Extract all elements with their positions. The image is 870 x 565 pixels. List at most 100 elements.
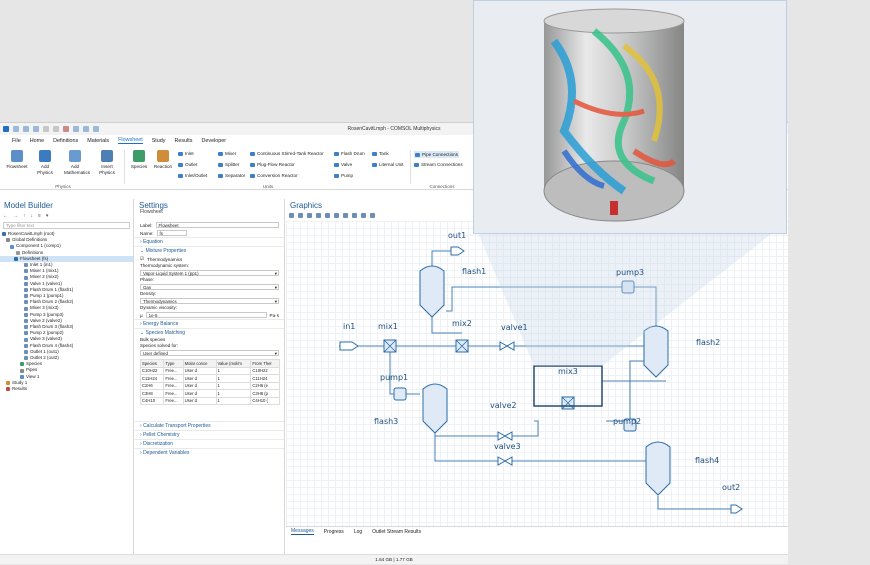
checkbox-icon[interactable]: ☑: [140, 256, 144, 262]
tab-developer[interactable]: Developer: [201, 138, 226, 144]
section-mixture-properties[interactable]: ⌄ Mixture Properties: [135, 246, 284, 255]
table-cell[interactable]: User d: [182, 374, 217, 383]
table-row[interactable]: C11H24 Free... User d 1 C11H24: [139, 374, 280, 383]
reaction-button[interactable]: Reaction: [152, 150, 174, 170]
zoom-in-icon[interactable]: [289, 213, 294, 218]
grid-icon[interactable]: [352, 213, 357, 218]
section-discretization[interactable]: › Discretization: [135, 439, 284, 448]
tree-filter-input[interactable]: Type filter text: [3, 222, 130, 229]
table-cell[interactable]: 1: [215, 381, 252, 390]
select-icon[interactable]: [325, 213, 330, 218]
label-field[interactable]: Flowsheet: [155, 222, 279, 228]
section-dependent-variables[interactable]: › Dependent Variables: [135, 448, 284, 457]
column-header[interactable]: Species: [139, 359, 165, 368]
pan-icon[interactable]: [316, 213, 321, 218]
table-cell[interactable]: C2H6 (e: [250, 381, 280, 390]
print-icon[interactable]: [370, 213, 375, 218]
section-pellet-chemistry[interactable]: › Pellet Chemistry: [135, 430, 284, 439]
thermodynamics-checkbox-row[interactable]: ☑ Thermodynamics: [135, 255, 284, 263]
tab-definitions[interactable]: Definitions: [53, 138, 78, 144]
back-arrow-icon[interactable]: ←: [3, 213, 8, 219]
table-cell[interactable]: C10H22: [250, 366, 280, 375]
tab-materials[interactable]: Materials: [87, 138, 109, 144]
inlet-button[interactable]: Inlet: [178, 151, 194, 156]
section-energy-balance[interactable]: › Energy Balance: [135, 319, 284, 328]
viscosity-field[interactable]: 1e-5: [145, 312, 267, 318]
density-select[interactable]: Thermodynamics: [140, 298, 279, 304]
table-cell[interactable]: User d: [182, 366, 217, 375]
zoom-extents-icon[interactable]: [307, 213, 312, 218]
stream-connections-button[interactable]: Stream Connections: [414, 162, 463, 167]
tab-home[interactable]: Home: [30, 138, 44, 144]
flowsheet-icon: [11, 150, 23, 162]
tab-outlet-stream-results[interactable]: Outlet Stream Results: [372, 529, 421, 535]
column-header[interactable]: Type: [163, 359, 184, 368]
rotate-icon[interactable]: [334, 213, 339, 218]
expand-icon[interactable]: ≡: [38, 213, 41, 219]
table-cell[interactable]: 1: [215, 389, 252, 398]
section-equation[interactable]: › Equation: [135, 237, 284, 246]
outlet-button[interactable]: Outlet: [178, 162, 197, 167]
tab-messages[interactable]: Messages: [291, 528, 314, 535]
table-cell[interactable]: 1: [215, 366, 252, 375]
flash-drum-button[interactable]: Flash Drum: [334, 151, 365, 156]
pipe-connections-button[interactable]: Pipe Connections: [414, 151, 460, 158]
add-mathematics-button[interactable]: Add Mathematics: [64, 150, 90, 175]
table-cell[interactable]: 1: [215, 396, 252, 405]
valve-button[interactable]: Valve: [334, 162, 352, 167]
pump-button[interactable]: Pump: [334, 173, 353, 178]
align-icon[interactable]: [343, 213, 348, 218]
table-cell[interactable]: User d: [182, 389, 217, 398]
zoom-out-icon[interactable]: [298, 213, 303, 218]
table-cell[interactable]: C3H8 (p: [250, 389, 280, 398]
separator-button[interactable]: Separator: [218, 173, 245, 178]
outlet-icon: [24, 356, 28, 361]
phase-select[interactable]: Gas: [140, 284, 279, 290]
section-calculate-transport[interactable]: › Calculate Transport Properties: [135, 421, 284, 430]
tab-log[interactable]: Log: [354, 529, 362, 535]
table-row[interactable]: C10H22 Free... User d 1 C10H22: [139, 366, 280, 375]
tab-results[interactable]: Results: [175, 138, 193, 144]
flowsheet-button[interactable]: Flowsheet: [6, 150, 28, 170]
section-species-matching[interactable]: ⌄ Species Matching: [135, 328, 284, 337]
flowsheet-canvas[interactable]: out1 flash1 pump3 in1 mix1 mix2 valve1 f…: [286, 221, 788, 526]
pipe: [434, 421, 646, 462]
table-row[interactable]: C4H10 Free... User d 1 C4H10 (: [139, 396, 280, 405]
pump-icon: [334, 173, 339, 178]
mixer-button[interactable]: Mixer: [218, 151, 236, 156]
thermo-system-select[interactable]: Vapor-Liquid System 1 (pp1): [140, 270, 279, 276]
table-cell[interactable]: C11H24: [250, 374, 280, 383]
table-row[interactable]: C2H6 Free... User d 1 C2H6 (e: [139, 381, 280, 390]
column-header[interactable]: From Ther: [250, 359, 280, 368]
plug-flow-reactor-button[interactable]: Plug-Flow Reactor: [250, 162, 295, 167]
splitter-button[interactable]: Splitter: [218, 162, 239, 167]
liternal-unit-button[interactable]: Liternal Unit: [372, 162, 404, 167]
forward-arrow-icon[interactable]: →: [13, 213, 18, 219]
down-arrow-icon[interactable]: ↓: [31, 213, 34, 219]
species-solved-row: User defined: [135, 349, 284, 357]
options-icon[interactable]: ▾: [46, 213, 49, 219]
table-cell[interactable]: User d: [182, 396, 217, 405]
insert-physics-button[interactable]: Insert Physics: [96, 150, 118, 175]
table-cell[interactable]: User d: [182, 381, 217, 390]
column-header[interactable]: Molar conce: [182, 359, 217, 368]
tab-flowsheet[interactable]: Flowsheet: [118, 137, 143, 144]
tab-file[interactable]: File: [12, 138, 21, 144]
name-field[interactable]: fs: [156, 230, 187, 236]
tab-study[interactable]: Study: [152, 138, 166, 144]
inlet-outlet-button[interactable]: Inlet/Outlet: [178, 173, 207, 178]
table-cell[interactable]: 1: [215, 374, 252, 383]
tab-progress[interactable]: Progress: [324, 529, 344, 535]
species-solved-select[interactable]: User defined: [140, 350, 279, 356]
cstr-button[interactable]: Continuous Stirred-Tank Reactor: [250, 151, 324, 156]
add-physics-button[interactable]: Add Physics: [34, 150, 56, 175]
table-cell[interactable]: C4H10 (: [250, 396, 280, 405]
snapshot-icon[interactable]: [361, 213, 366, 218]
conversion-reactor-button[interactable]: Conversion Reactor: [250, 173, 298, 178]
column-header[interactable]: Value (mol/m: [215, 359, 252, 368]
tree-node-results[interactable]: Results: [0, 386, 133, 392]
up-arrow-icon[interactable]: ↑: [23, 213, 26, 219]
table-row[interactable]: C3H8 Free... User d 1 C3H8 (p: [139, 389, 280, 398]
tank-button[interactable]: Tank: [372, 151, 389, 156]
species-button[interactable]: Species: [128, 150, 150, 170]
